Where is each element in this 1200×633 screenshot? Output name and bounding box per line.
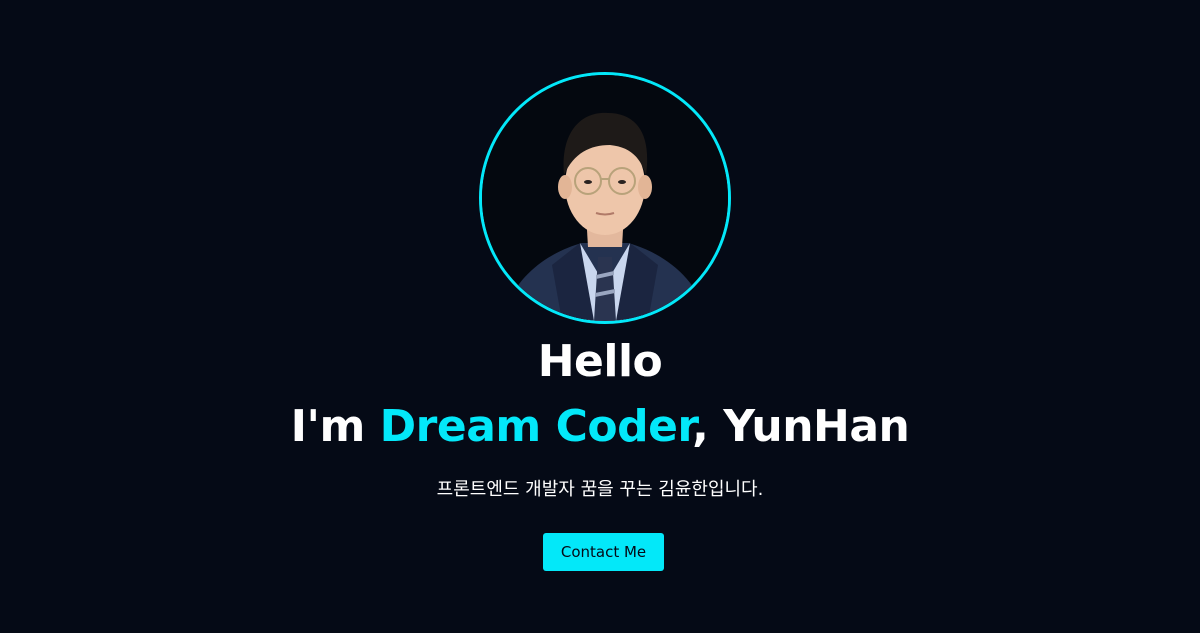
intro-highlight: Dream Coder bbox=[379, 401, 693, 452]
description-text: 프론트엔드 개발자 꿈을 꾸는 김윤한입니다. bbox=[436, 479, 764, 500]
avatar bbox=[479, 72, 731, 324]
intro-prefix: I'm bbox=[290, 401, 380, 452]
greeting-heading: Hello bbox=[537, 336, 663, 387]
hero-section: Hello I'm Dream Coder, YunHan 프론트엔드 개발자 … bbox=[0, 0, 1200, 633]
intro-heading: I'm Dream Coder, YunHan bbox=[0, 397, 1200, 457]
contact-me-button[interactable]: Contact Me bbox=[543, 533, 664, 571]
intro-suffix: , YunHan bbox=[692, 401, 910, 452]
avatar-image bbox=[482, 75, 728, 321]
